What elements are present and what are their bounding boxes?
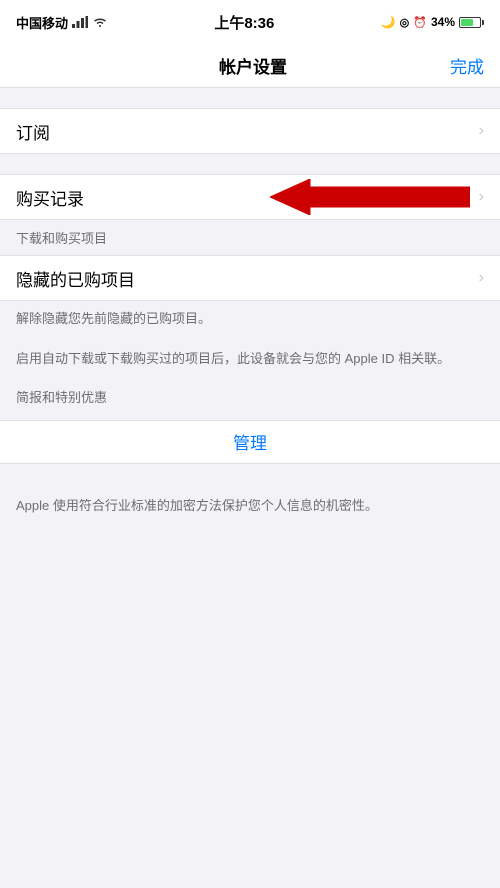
purchase-history-section: 购买记录 › bbox=[0, 174, 500, 220]
newsletter-title-text: 简报和特别优惠 bbox=[16, 390, 107, 405]
nav-bar: 帐户设置 完成 bbox=[0, 44, 500, 88]
wifi-icon bbox=[92, 16, 108, 28]
hidden-purchases-label: 隐藏的已购项目 bbox=[16, 266, 135, 291]
hidden-purchases-desc-text: 解除隐藏您先前隐藏的已购项目。 bbox=[16, 311, 211, 326]
download-title: 下载和购买项目 bbox=[16, 231, 107, 246]
subscription-section: 订阅 › bbox=[0, 108, 500, 154]
hidden-purchases-section: 隐藏的已购项目 › bbox=[0, 255, 500, 301]
hidden-purchases-desc: 解除隐藏您先前隐藏的已购项目。 bbox=[0, 301, 500, 341]
status-time: 上午8:36 bbox=[214, 12, 274, 33]
battery-icon bbox=[459, 17, 484, 28]
newsletter-title: 简报和特别优惠 bbox=[0, 380, 500, 420]
status-right: 🌙 ◎ ⏰ 34% bbox=[381, 15, 484, 29]
purchase-history-chevron: › bbox=[479, 188, 484, 206]
signal-icon bbox=[72, 16, 88, 28]
done-button[interactable]: 完成 bbox=[450, 53, 484, 78]
hidden-purchases-row[interactable]: 隐藏的已购项目 › bbox=[0, 256, 500, 300]
subscription-label: 订阅 bbox=[16, 119, 50, 144]
alarm-icon: ⏰ bbox=[413, 16, 427, 29]
battery-percent: 34% bbox=[431, 15, 455, 29]
footer-text: Apple 使用符合行业标准的加密方法保护您个人信息的机密性。 bbox=[16, 496, 484, 516]
red-arrow-annotation bbox=[270, 179, 470, 215]
status-left: 中国移动 bbox=[16, 13, 108, 32]
subscription-row[interactable]: 订阅 › bbox=[0, 109, 500, 153]
hidden-purchases-chevron: › bbox=[479, 269, 484, 287]
download-section-text: 下载和购买项目 bbox=[0, 220, 500, 255]
purchase-history-row[interactable]: 购买记录 › bbox=[0, 175, 500, 219]
purchase-history-label: 购买记录 bbox=[16, 185, 84, 210]
nav-title: 帐户设置 bbox=[219, 53, 287, 78]
subscription-chevron: › bbox=[479, 122, 484, 140]
footer-section: Apple 使用符合行业标准的加密方法保护您个人信息的机密性。 bbox=[0, 484, 500, 528]
status-bar: 中国移动 上午8:36 🌙 ◎ ⏰ 34% bbox=[0, 0, 500, 44]
manage-button[interactable]: 管理 bbox=[233, 429, 267, 454]
carrier-label: 中国移动 bbox=[16, 13, 68, 32]
manage-section: 管理 bbox=[0, 420, 500, 464]
location-icon: ◎ bbox=[400, 16, 410, 29]
separator-1 bbox=[0, 88, 500, 108]
auto-download-desc: 启用自动下载或下载购买过的项目后，此设备就会与您的 Apple ID 相关联。 bbox=[0, 341, 500, 381]
moon-icon: 🌙 bbox=[381, 15, 396, 29]
separator-2 bbox=[0, 154, 500, 174]
auto-download-desc-text: 启用自动下载或下载购买过的项目后，此设备就会与您的 Apple ID 相关联。 bbox=[16, 351, 450, 366]
separator-3 bbox=[0, 464, 500, 484]
